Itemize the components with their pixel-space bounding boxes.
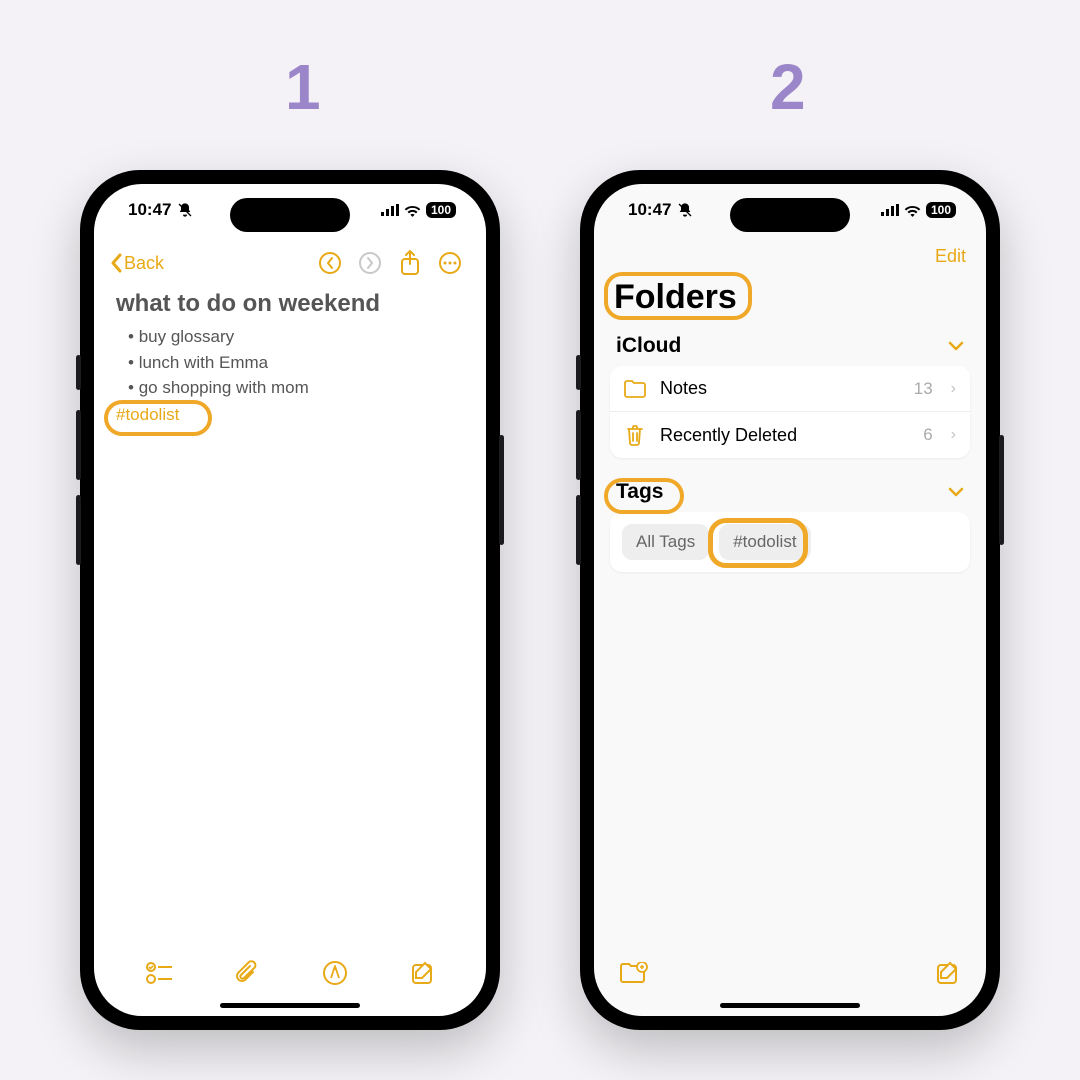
note-bottom-toolbar [94,946,486,1006]
chevron-right-icon: › [951,380,956,398]
chevron-down-icon [948,341,964,351]
redo-icon [358,251,382,275]
folders-bottom-toolbar [594,946,986,1006]
step-label-1: 1 [285,50,321,124]
dnd-icon [177,202,193,218]
collapse-toggle[interactable] [948,341,964,351]
wifi-icon [404,204,421,217]
trash-icon [624,424,646,446]
dynamic-island [730,198,850,232]
compose-icon [411,961,435,985]
back-label: Back [124,253,164,274]
folder-count: 13 [914,379,933,399]
tag-all[interactable]: All Tags [622,524,709,560]
dnd-icon [677,202,693,218]
folder-icon [624,380,646,398]
compose-icon [936,961,960,985]
more-icon [438,251,462,275]
phone-frame-1: 10:47 100 Back [80,170,500,1030]
tag-todolist[interactable]: #todolist [719,524,810,560]
undo-icon [318,251,342,275]
tags-section: Tags All Tags #todolist [610,480,970,572]
tags-header: Tags [616,480,663,504]
share-button[interactable] [390,250,430,276]
attach-button[interactable] [235,960,259,986]
undo-button[interactable] [310,251,350,275]
cellular-icon [381,204,399,216]
markup-button[interactable] [322,960,348,986]
home-indicator[interactable] [220,1003,360,1008]
page-title: Folders [614,278,737,317]
chevron-left-icon [110,253,122,273]
battery-indicator: 100 [426,202,456,218]
note-toolbar: Back [94,242,486,284]
bullet-item: lunch with Emma [116,350,464,376]
dynamic-island [230,198,350,232]
phone-frame-2: 10:47 100 Edit Folders iCloud [580,170,1000,1030]
checklist-button[interactable] [146,961,172,985]
bullet-item: buy glossary [116,324,464,350]
wifi-icon [904,204,921,217]
clock: 10:47 [128,200,171,220]
hashtag-chip[interactable]: #todolist [116,405,179,425]
share-icon [399,250,421,276]
redo-button[interactable] [350,251,390,275]
note-title: what to do on weekend [116,290,464,318]
compose-button[interactable] [936,961,960,985]
folder-count: 6 [923,425,932,445]
icloud-section: iCloud Notes 13 › Recently Deleted 6 › [610,334,970,458]
new-folder-icon [620,962,648,984]
note-body[interactable]: what to do on weekend buy glossary lunch… [116,290,464,425]
bullet-item: go shopping with mom [116,375,464,401]
folder-row-deleted[interactable]: Recently Deleted 6 › [610,412,970,458]
clock: 10:47 [628,200,671,220]
checklist-icon [146,961,172,985]
chevron-right-icon: › [951,426,956,444]
icloud-header: iCloud [616,334,681,358]
more-button[interactable] [430,251,470,275]
home-indicator[interactable] [720,1003,860,1008]
collapse-toggle[interactable] [948,487,964,497]
battery-indicator: 100 [926,202,956,218]
folder-row-notes[interactable]: Notes 13 › [610,366,970,412]
back-button[interactable]: Back [110,253,164,274]
folder-label: Recently Deleted [660,425,909,446]
new-folder-button[interactable] [620,962,648,984]
folder-label: Notes [660,378,900,399]
markup-icon [322,960,348,986]
edit-button[interactable]: Edit [935,246,966,267]
chevron-down-icon [948,487,964,497]
cellular-icon [881,204,899,216]
compose-button[interactable] [411,961,435,985]
step-label-2: 2 [770,50,806,124]
paperclip-icon [235,960,259,986]
